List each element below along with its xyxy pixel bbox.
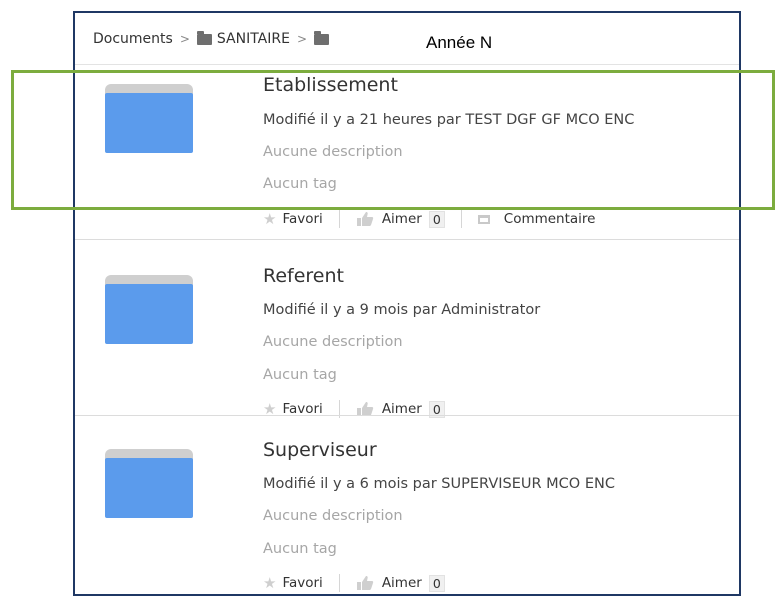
star-icon: ★: [263, 210, 277, 228]
thumbs-up-icon: [356, 212, 374, 226]
item-tags: Aucun tag: [263, 367, 337, 383]
folder-icon[interactable]: [105, 449, 193, 518]
item-title[interactable]: Superviseur: [263, 439, 377, 461]
item-title[interactable]: Etablissement: [263, 74, 398, 96]
breadcrumb-current: Année N: [426, 33, 493, 52]
item-actions: ★ Favori Aimer 0: [263, 574, 445, 592]
favorite-button[interactable]: ★ Favori: [263, 210, 323, 228]
item-modified: Modifié il y a 21 heures par TEST DGF GF…: [263, 112, 635, 128]
like-label: Aimer: [381, 575, 422, 591]
comment-icon: [477, 214, 490, 224]
action-divider: [338, 210, 340, 228]
item-tags: Aucun tag: [263, 176, 337, 192]
item-description: Aucune description: [263, 144, 403, 160]
item-actions: ★ Favori Aimer 0 Commentaire: [263, 210, 596, 228]
thumbs-up-icon: [356, 576, 374, 590]
action-divider: [338, 574, 340, 592]
star-icon: ★: [263, 574, 277, 592]
like-count: 0: [428, 210, 445, 228]
breadcrumb-separator: >: [296, 32, 308, 46]
item-description: Aucune description: [263, 334, 403, 350]
like-count: 0: [428, 574, 445, 592]
folder-icon[interactable]: [105, 275, 193, 344]
like-button[interactable]: Aimer 0: [356, 210, 445, 228]
breadcrumb-documents[interactable]: Documents: [93, 31, 173, 47]
breadcrumb: Documents > SANITAIRE >: [93, 27, 334, 51]
comment-label: Commentaire: [503, 211, 596, 227]
item-modified: Modifié il y a 9 mois par Administrator: [263, 302, 541, 318]
item-tags: Aucun tag: [263, 541, 337, 557]
comment-button[interactable]: Commentaire: [477, 211, 596, 227]
list-item: Superviseur Modifié il y a 6 mois par SU…: [75, 416, 739, 592]
item-title[interactable]: Referent: [263, 265, 344, 287]
folder-icon: [196, 30, 212, 45]
action-divider: [460, 210, 462, 228]
item-modified: Modifié il y a 6 mois par SUPERVISEUR MC…: [263, 476, 615, 492]
like-label: Aimer: [381, 211, 422, 227]
document-library-panel: Documents > SANITAIRE > Année N Etabliss…: [73, 11, 741, 596]
list-item: Referent Modifié il y a 9 mois par Admin…: [75, 240, 739, 418]
folder-icon: [314, 30, 330, 45]
breadcrumb-sanitaire[interactable]: SANITAIRE: [217, 31, 290, 47]
list-item: Etablissement Modifié il y a 21 heures p…: [75, 65, 739, 237]
favorite-button[interactable]: ★ Favori: [263, 574, 323, 592]
breadcrumb-separator: >: [179, 32, 190, 46]
item-description: Aucune description: [263, 508, 403, 524]
thumbs-up-icon: [356, 402, 374, 416]
favorite-label: Favori: [282, 575, 323, 591]
favorite-label: Favori: [282, 211, 323, 227]
folder-icon[interactable]: [105, 84, 193, 153]
like-button[interactable]: Aimer 0: [356, 574, 445, 592]
